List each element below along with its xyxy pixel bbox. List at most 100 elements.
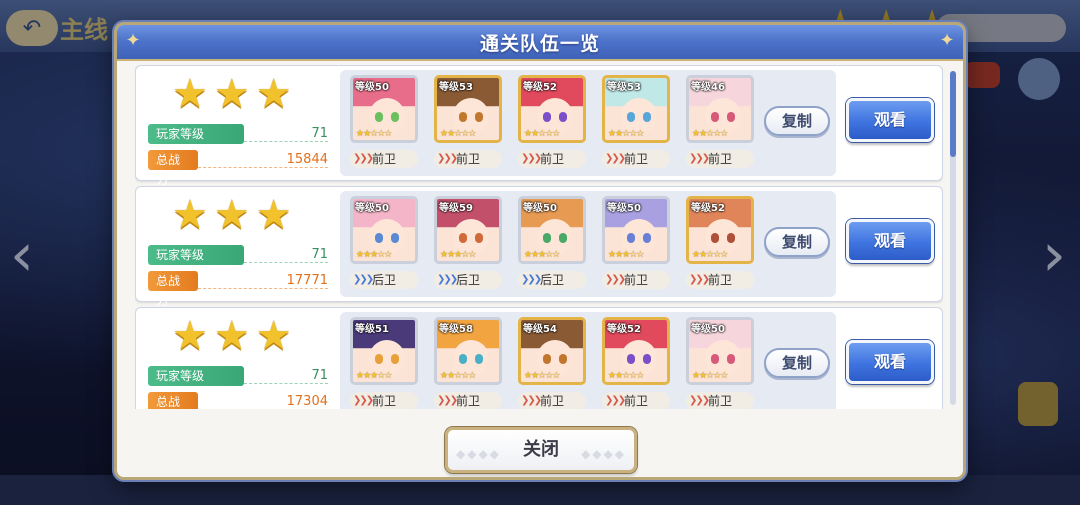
unit-portrait: 等级59 ★★★☆☆ xyxy=(434,196,502,264)
watch-button[interactable]: 观看 xyxy=(846,340,934,384)
unit-level: 等级52 xyxy=(523,82,557,93)
unit-eye xyxy=(391,233,399,243)
position-arrows-icon: ❯❯❯ xyxy=(521,274,542,285)
unit-position-label: 前卫 xyxy=(455,394,480,408)
unit-star-rank: ★★★☆☆ xyxy=(356,250,392,260)
unit-eye xyxy=(375,233,383,243)
total-power-stat: 总战力 17304 xyxy=(148,392,328,409)
unit-card[interactable]: 等级50 ★★☆☆☆ ❯❯❯ 前卫 xyxy=(684,317,756,409)
position-arrows-icon: ❯❯❯ xyxy=(605,274,626,285)
unit-eye xyxy=(643,354,651,364)
unit-star-rank: ★★☆☆☆ xyxy=(356,129,392,139)
copy-button[interactable]: 复制 xyxy=(764,227,830,257)
close-button-label: 关闭 xyxy=(523,439,559,460)
party-units: 等级50 ★★☆☆☆ ❯❯❯ 前卫 等级53 ★★☆☆☆ ❯❯❯ 前卫 等级52 ★★☆☆☆ ❯❯❯… xyxy=(340,70,836,176)
unit-card[interactable]: 等级53 ★★☆☆☆ ❯❯❯ 前卫 xyxy=(600,75,672,175)
unit-eye xyxy=(559,112,567,122)
scrollbar-thumb[interactable] xyxy=(950,71,956,157)
star-icon: ★ xyxy=(172,71,208,117)
watch-button[interactable]: 观看 xyxy=(846,219,934,263)
unit-level: 等级52 xyxy=(691,203,725,214)
unit-position-tag: ❯❯❯ 后卫 xyxy=(350,271,418,289)
unit-position-label: 前卫 xyxy=(371,394,396,408)
scrollbar[interactable] xyxy=(950,71,956,405)
player-level-value: 71 xyxy=(311,126,328,141)
unit-eye xyxy=(475,233,483,243)
unit-position-tag: ❯❯❯ 前卫 xyxy=(518,392,586,409)
unit-eye xyxy=(627,233,635,243)
total-power-label: 总战力 xyxy=(148,392,198,409)
dialog-header: ✦ 通关队伍一览 ✦ xyxy=(117,25,963,61)
clear-rating-stars: ★ ★ ★ xyxy=(172,195,292,235)
unit-card[interactable]: 等级46 ★★☆☆☆ ❯❯❯ 前卫 xyxy=(684,75,756,175)
total-power-value: 15844 xyxy=(286,152,328,167)
unit-eye xyxy=(711,233,719,243)
dialog-footer: ◆◆◆◆ 关闭 ◆◆◆◆ xyxy=(117,411,963,477)
unit-portrait: 等级50 ★★☆☆☆ xyxy=(686,317,754,385)
unit-portrait: 等级52 ★★☆☆☆ xyxy=(518,75,586,143)
unit-position-label: 后卫 xyxy=(455,273,480,287)
position-arrows-icon: ❯❯❯ xyxy=(353,395,374,406)
unit-card[interactable]: 等级53 ★★☆☆☆ ❯❯❯ 前卫 xyxy=(432,75,504,175)
unit-position-tag: ❯❯❯ 前卫 xyxy=(686,150,754,168)
unit-position-tag: ❯❯❯ 前卫 xyxy=(518,150,586,168)
unit-position-label: 前卫 xyxy=(371,152,396,166)
copy-button[interactable]: 复制 xyxy=(764,348,830,378)
unit-portrait: 等级58 ★★☆☆☆ xyxy=(434,317,502,385)
team-row: ★ ★ ★ 玩家等级 71 总战力 15844 等级50 ★★☆☆☆ ❯❯❯ 前卫 等级53 ★★☆☆☆… xyxy=(135,65,943,187)
unit-position-label: 后卫 xyxy=(539,273,564,287)
unit-eye xyxy=(459,233,467,243)
unit-position-label: 前卫 xyxy=(539,394,564,408)
unit-star-rank: ★★☆☆☆ xyxy=(440,129,476,139)
unit-portrait: 等级50 ★★★☆☆ xyxy=(350,196,418,264)
total-power-stat: 总战力 17771 xyxy=(148,271,328,308)
position-arrows-icon: ❯❯❯ xyxy=(605,395,626,406)
unit-position-tag: ❯❯❯ 前卫 xyxy=(434,392,502,409)
unit-card[interactable]: 等级50 ★★★☆☆ ❯❯❯ 后卫 xyxy=(348,196,420,296)
unit-eye xyxy=(391,112,399,122)
unit-level: 等级58 xyxy=(439,324,473,335)
unit-position-tag: ❯❯❯ 后卫 xyxy=(434,271,502,289)
watch-button[interactable]: 观看 xyxy=(846,98,934,142)
unit-card[interactable]: 等级51 ★★★☆☆ ❯❯❯ 前卫 xyxy=(348,317,420,409)
unit-eye xyxy=(543,233,551,243)
unit-portrait: 等级53 ★★☆☆☆ xyxy=(602,75,670,143)
unit-position-tag: ❯❯❯ 前卫 xyxy=(602,271,670,289)
star-icon: ★ xyxy=(255,71,292,117)
position-arrows-icon: ❯❯❯ xyxy=(437,274,458,285)
player-level-label: 玩家等级 xyxy=(148,124,244,144)
unit-card[interactable]: 等级54 ★★☆☆☆ ❯❯❯ 前卫 xyxy=(516,317,588,409)
copy-button[interactable]: 复制 xyxy=(764,106,830,136)
party-units: 等级51 ★★★☆☆ ❯❯❯ 前卫 等级58 ★★☆☆☆ ❯❯❯ 前卫 等级54 ★★☆☆☆ ❯❯❯… xyxy=(340,312,836,409)
team-row: ★★★玩家等级71总战力17304等级51★★★☆☆❯❯❯前卫等级58★★☆☆☆… xyxy=(135,307,943,409)
unit-eye xyxy=(627,112,635,122)
unit-position-label: 前卫 xyxy=(455,152,480,166)
unit-eye xyxy=(727,233,735,243)
unit-eye xyxy=(475,354,483,364)
unit-card[interactable]: 等级52 ★★☆☆☆ ❯❯❯ 前卫 xyxy=(516,75,588,175)
unit-eye xyxy=(559,354,567,364)
unit-star-rank: ★★★☆☆ xyxy=(356,371,392,381)
unit-card[interactable]: 等级50 ★★☆☆☆ ❯❯❯ 前卫 xyxy=(348,75,420,175)
dialog-title: 通关队伍一览 xyxy=(479,32,600,55)
unit-star-rank: ★★☆☆☆ xyxy=(608,371,644,381)
back-arrow-icon: ↶ xyxy=(6,10,58,46)
close-button[interactable]: ◆◆◆◆ 关闭 ◆◆◆◆ xyxy=(445,427,637,473)
unit-card[interactable]: 等级50 ★★★☆☆ ❯❯❯ 后卫 xyxy=(516,196,588,296)
unit-position-tag: ❯❯❯ 前卫 xyxy=(686,392,754,409)
unit-card[interactable]: 等级52 ★★☆☆☆ ❯❯❯ 前卫 xyxy=(600,317,672,409)
unit-eye xyxy=(375,112,383,122)
unit-card[interactable]: 等级58 ★★☆☆☆ ❯❯❯ 前卫 xyxy=(432,317,504,409)
unit-position-label: 前卫 xyxy=(623,394,648,408)
unit-position-label: 前卫 xyxy=(707,152,732,166)
unit-level: 等级59 xyxy=(439,203,473,214)
unit-star-rank: ★★☆☆☆ xyxy=(608,129,644,139)
unit-card[interactable]: 等级52 ★★☆☆☆ ❯❯❯ 前卫 xyxy=(684,196,756,296)
unit-card[interactable]: 等级50 ★★★☆☆ ❯❯❯ 前卫 xyxy=(600,196,672,296)
star-icon: ★ xyxy=(213,71,250,117)
unit-card[interactable]: 等级59 ★★★☆☆ ❯❯❯ 后卫 xyxy=(432,196,504,296)
team-list[interactable]: ★ ★ ★ 玩家等级 71 总战力 15844 等级50 ★★☆☆☆ ❯❯❯ 前卫 等级53 ★★☆☆☆… xyxy=(135,65,943,409)
position-arrows-icon: ❯❯❯ xyxy=(437,395,458,406)
unit-eye xyxy=(559,233,567,243)
unit-eye xyxy=(627,354,635,364)
